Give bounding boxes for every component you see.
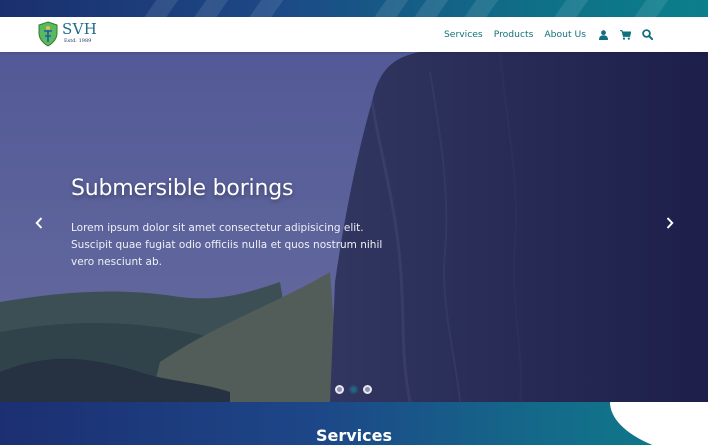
nav-link-products[interactable]: Products xyxy=(494,29,534,40)
strip-stripe xyxy=(244,0,288,17)
strip-stripe xyxy=(139,0,183,17)
carousel-prev-button[interactable] xyxy=(29,210,49,236)
top-decorative-strip xyxy=(0,0,708,17)
strip-stripe xyxy=(369,0,413,17)
hero-carousel: Submersible borings Lorem ipsum dolor si… xyxy=(0,52,708,402)
navbar: SVH Estd. 1989 Services Products About U… xyxy=(0,17,708,52)
nav-link-about-us[interactable]: About Us xyxy=(544,29,586,40)
hero-title: Submersible borings xyxy=(71,176,294,201)
carousel-indicators xyxy=(335,385,377,394)
carousel-indicator-1[interactable] xyxy=(335,385,344,394)
brand-logo[interactable]: SVH Estd. 1989 xyxy=(37,21,97,47)
nav-link-services[interactable]: Services xyxy=(444,29,483,40)
carousel-indicator-2[interactable] xyxy=(349,385,358,394)
shield-logo-icon xyxy=(38,21,58,47)
services-heading: Services xyxy=(315,426,393,445)
carousel-next-button[interactable] xyxy=(660,210,680,236)
brand-name: SVH xyxy=(62,20,98,38)
strip-stripe xyxy=(549,0,593,17)
strip-stripe xyxy=(409,0,453,17)
cart-icon[interactable] xyxy=(619,29,631,41)
strip-stripe xyxy=(189,0,233,17)
strip-stripe xyxy=(629,0,673,17)
carousel-indicator-3[interactable] xyxy=(363,385,372,394)
strip-stripe xyxy=(459,0,503,17)
hero-description: Lorem ipsum dolor sit amet consectetur a… xyxy=(71,222,383,268)
user-icon[interactable] xyxy=(597,29,609,41)
brand-tagline: Estd. 1989 xyxy=(64,38,92,44)
nav-links: Services Products About Us xyxy=(444,17,708,52)
services-section: Services xyxy=(0,402,708,445)
chevron-left-icon xyxy=(35,217,43,229)
search-icon[interactable] xyxy=(641,29,653,41)
chevron-right-icon xyxy=(666,217,674,229)
